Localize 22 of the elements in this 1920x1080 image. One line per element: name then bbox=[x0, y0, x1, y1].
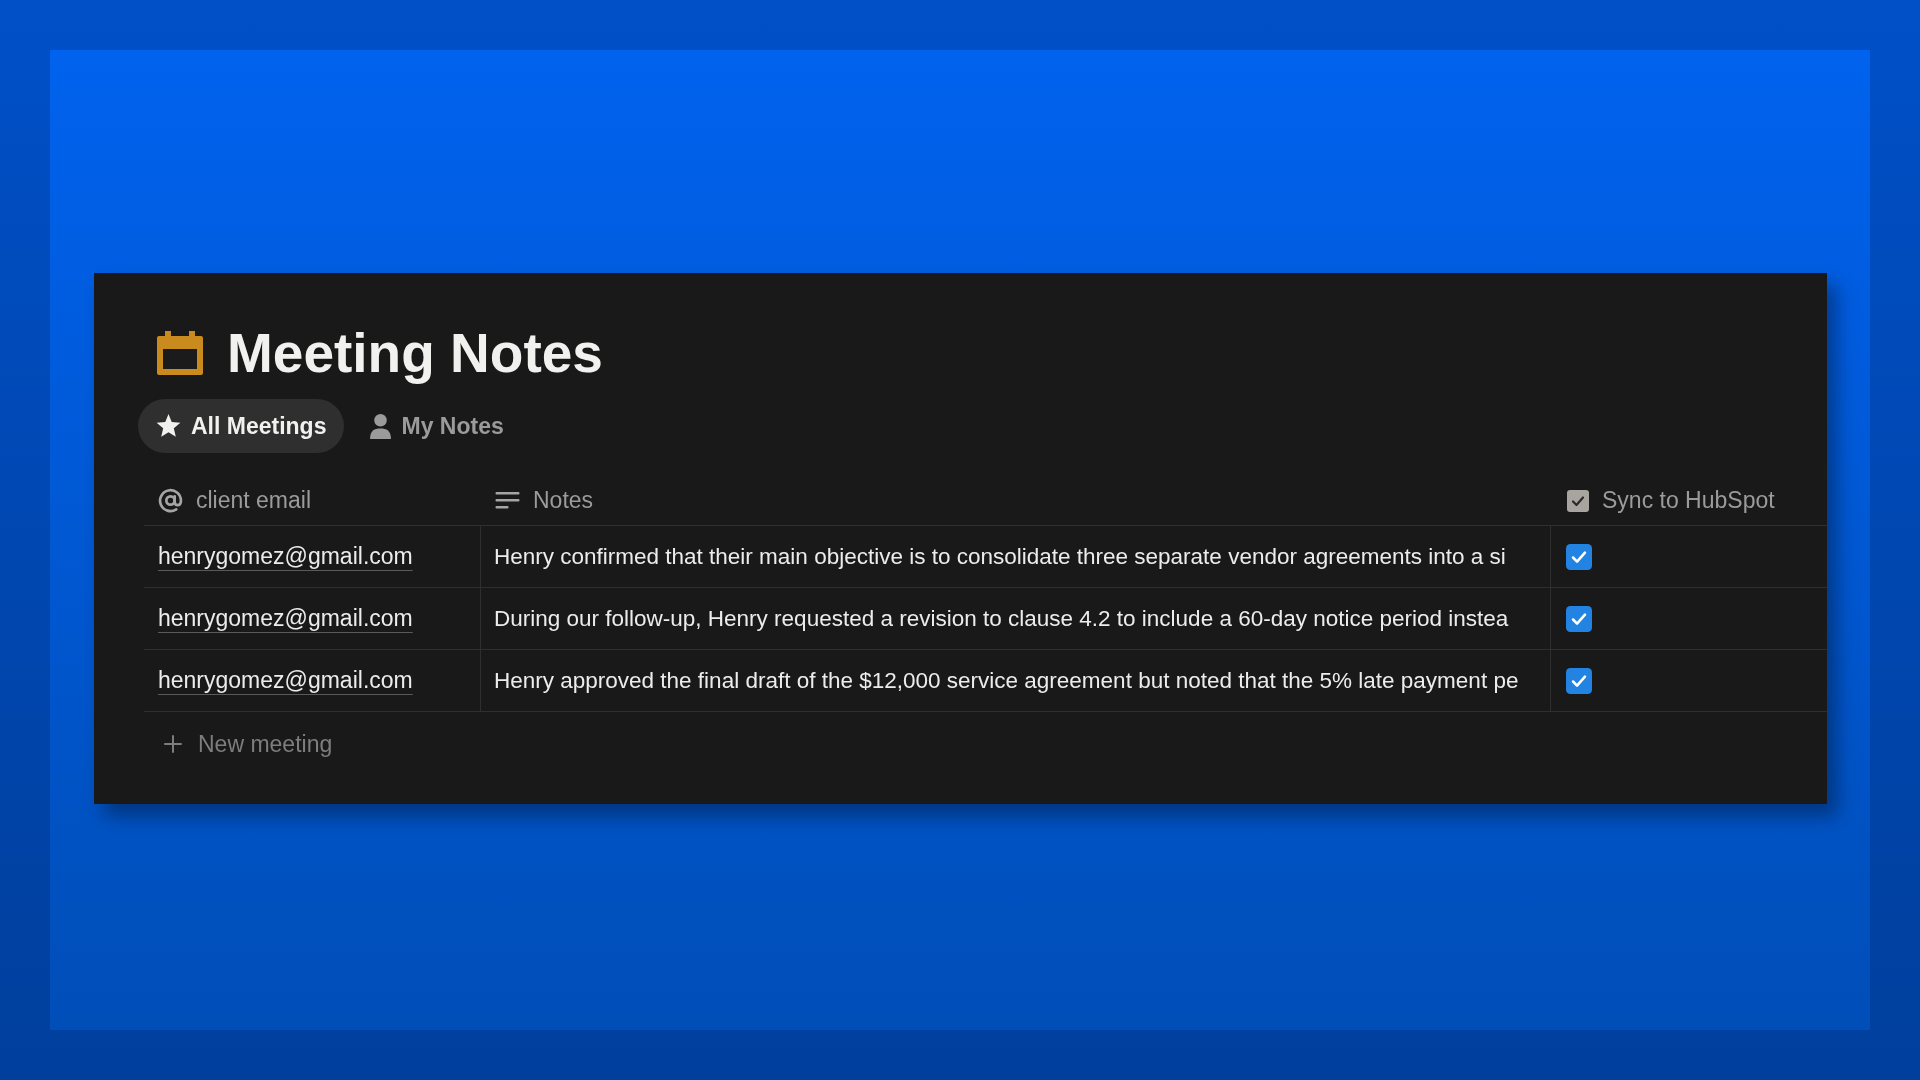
text-lines-icon bbox=[495, 490, 520, 511]
plus-icon bbox=[164, 735, 182, 753]
checked-checkbox[interactable] bbox=[1566, 543, 1592, 570]
new-row-button[interactable]: New meeting bbox=[198, 726, 333, 762]
calendar-icon bbox=[157, 331, 203, 375]
checked-checkbox[interactable] bbox=[1566, 605, 1592, 632]
view-tab[interactable]: My Notes bbox=[352, 399, 522, 453]
person-icon bbox=[370, 413, 392, 439]
star-icon bbox=[156, 414, 181, 438]
column-header[interactable]: client email bbox=[196, 483, 312, 518]
email-link[interactable]: henrygomez@gmail.com bbox=[158, 539, 413, 574]
email-link[interactable]: henrygomez@gmail.com bbox=[158, 663, 413, 698]
column-header[interactable]: Notes bbox=[533, 483, 594, 518]
checked-checkbox[interactable] bbox=[1566, 667, 1592, 694]
column-header[interactable]: Sync to HubSpot bbox=[1602, 483, 1775, 518]
at-sign-icon bbox=[158, 488, 183, 513]
notes-text: During our follow-up, Henry requested a revision to clause 4.2 to include a 60-day notice period instea bbox=[494, 604, 1509, 633]
view-tab[interactable]: All Meetings bbox=[138, 399, 345, 453]
notes-text: Henry confirmed that their main objective is to consolidate three separate vendor agreements into a si bbox=[494, 542, 1506, 571]
checkbox-icon bbox=[1567, 489, 1589, 512]
email-link[interactable]: henrygomez@gmail.com bbox=[158, 601, 413, 636]
notes-text: Henry approved the final draft of the $12,000 service agreement but noted that the 5% late payment pe bbox=[494, 666, 1519, 695]
